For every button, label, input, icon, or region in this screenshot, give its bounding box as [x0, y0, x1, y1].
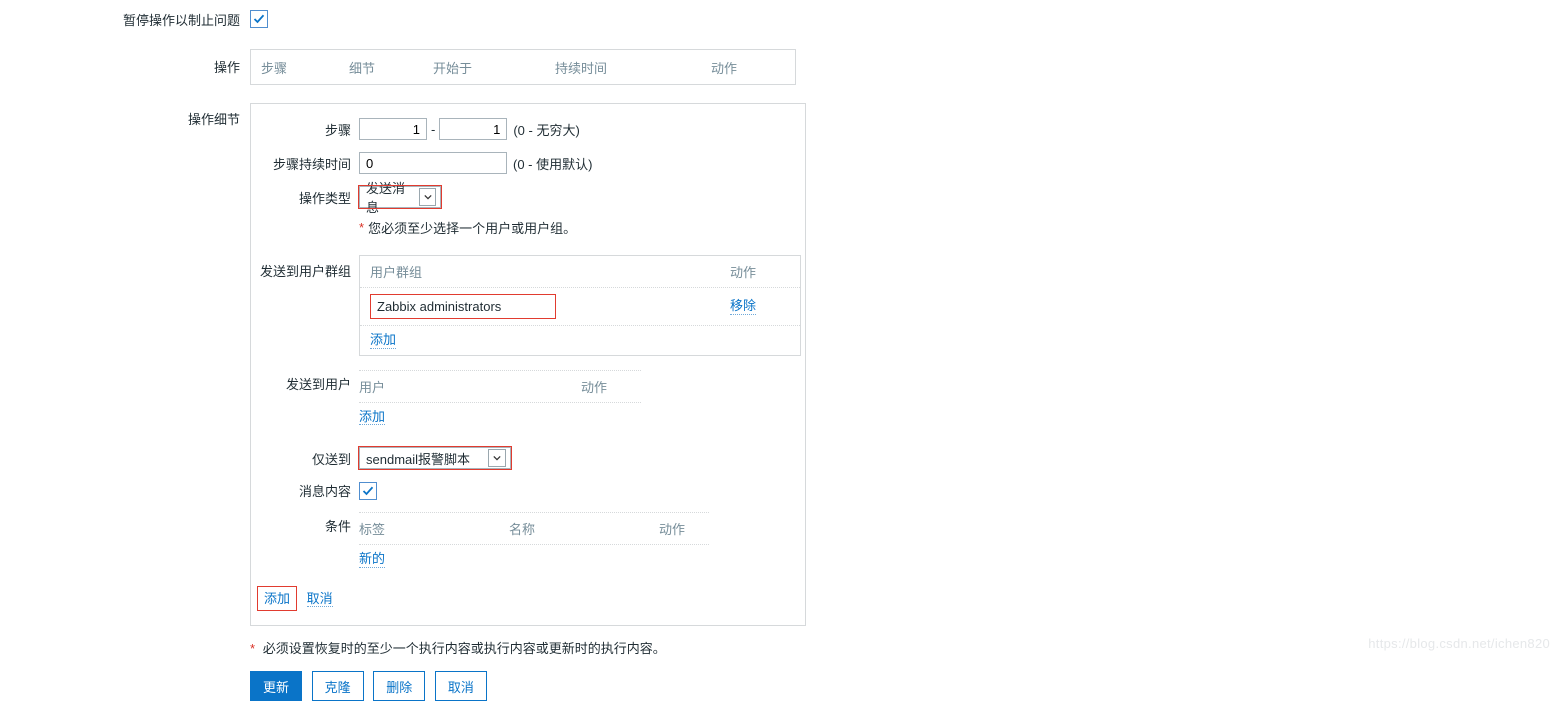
cond-col-action: 动作	[659, 519, 709, 538]
operations-label: 操作	[0, 49, 250, 76]
detail-cancel-link[interactable]: 取消	[307, 591, 333, 608]
user-col-header: 用户	[359, 377, 581, 396]
step-duration-hint: (0 - 使用默认)	[513, 154, 592, 173]
pause-label: 暂停操作以制止问题	[0, 10, 250, 29]
chevron-down-icon	[419, 188, 436, 206]
step-from-input[interactable]	[359, 118, 427, 140]
send-user-label: 发送到用户	[251, 370, 359, 393]
step-duration-input[interactable]	[359, 152, 507, 174]
cond-col-name: 名称	[509, 519, 659, 538]
clone-button[interactable]: 克隆	[312, 671, 364, 701]
chevron-down-icon	[488, 449, 506, 467]
detail-add-link[interactable]: 添加	[257, 586, 297, 612]
required-msg: 您必须至少选择一个用户或用户组。	[368, 218, 576, 237]
group-row-name: Zabbix administrators	[370, 294, 556, 319]
ops-col-step: 步骤	[251, 58, 349, 77]
step-hint: (0 - 无穷大)	[513, 120, 579, 139]
conditions-table: 标签 名称 动作 新的	[359, 512, 709, 574]
group-add-link[interactable]: 添加	[370, 332, 396, 349]
op-detail-label: 操作细节	[0, 103, 250, 128]
required-asterisk: *	[359, 220, 364, 235]
msg-content-checkbox[interactable]	[359, 482, 377, 500]
step-label: 步骤	[251, 120, 359, 139]
update-button[interactable]: 更新	[250, 671, 302, 701]
only-send-select[interactable]: sendmail报警脚本	[359, 447, 511, 469]
footnote-asterisk: *	[250, 641, 255, 656]
check-icon	[362, 485, 374, 497]
check-icon	[253, 13, 265, 25]
user-add-link[interactable]: 添加	[359, 409, 385, 426]
step-to-input[interactable]	[439, 118, 507, 140]
step-duration-label: 步骤持续时间	[251, 154, 359, 173]
send-user-table: 用户 动作 添加	[359, 370, 641, 432]
op-detail-box: 步骤 - (0 - 无穷大) 步骤持续时间 (0 - 使用默认) 操作类型 发送…	[250, 103, 806, 626]
op-type-select[interactable]: 发送消息	[359, 186, 441, 208]
pause-checkbox[interactable]	[250, 10, 268, 28]
ops-col-start: 开始于	[433, 58, 555, 77]
conditions-label: 条件	[251, 512, 359, 535]
footnote-text: 必须设置恢复时的至少一个执行内容或执行内容或更新时的执行内容。	[263, 641, 666, 656]
ops-col-action: 动作	[711, 58, 795, 77]
operations-table-header: 步骤 细节 开始于 持续时间 动作	[250, 49, 796, 85]
conditions-new-link[interactable]: 新的	[359, 551, 385, 568]
ops-col-detail: 细节	[349, 58, 433, 77]
send-group-table: 用户群组 动作 Zabbix administrators 移除 添加	[359, 255, 801, 356]
group-col-action-header: 动作	[730, 262, 790, 281]
msg-content-label: 消息内容	[251, 481, 359, 500]
only-send-label: 仅送到	[251, 449, 359, 468]
only-send-value: sendmail报警脚本	[366, 449, 488, 468]
delete-button[interactable]: 删除	[373, 671, 425, 701]
send-group-label: 发送到用户群组	[251, 255, 359, 280]
group-remove-link[interactable]: 移除	[730, 298, 756, 315]
user-col-action-header: 动作	[581, 377, 641, 396]
watermark: https://blog.csdn.net/ichen820	[1368, 636, 1550, 651]
op-type-label: 操作类型	[251, 188, 359, 207]
op-type-value: 发送消息	[366, 178, 419, 216]
cond-col-label: 标签	[359, 519, 509, 538]
ops-col-duration: 持续时间	[555, 58, 711, 77]
step-dash: -	[431, 122, 435, 137]
group-col-header: 用户群组	[370, 262, 730, 281]
cancel-button[interactable]: 取消	[435, 671, 487, 701]
